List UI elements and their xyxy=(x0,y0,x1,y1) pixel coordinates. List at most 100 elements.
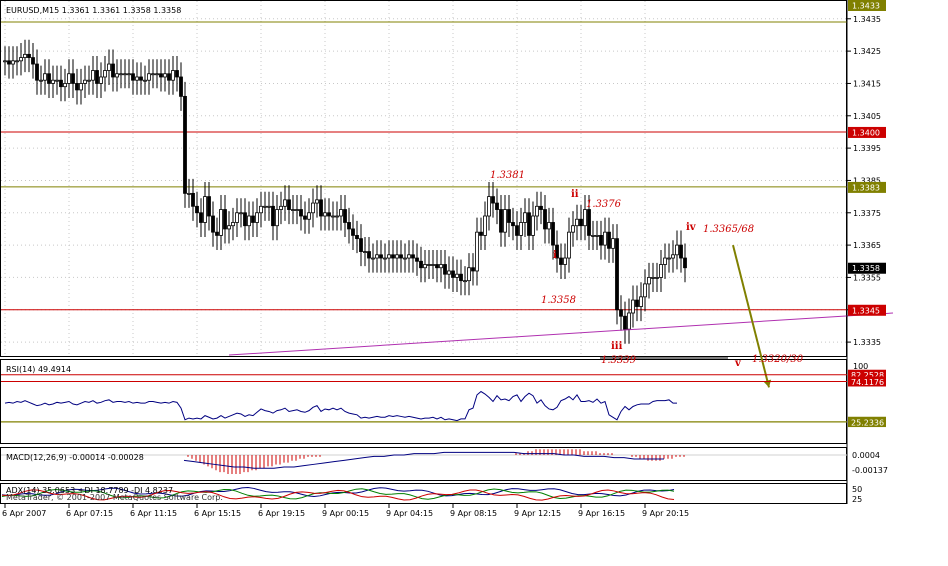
candle-body xyxy=(327,212,331,217)
candle-body xyxy=(187,192,191,195)
candle-body xyxy=(175,70,179,78)
candle-body xyxy=(83,79,87,84)
time-label: 9 Apr 00:15 xyxy=(322,509,369,518)
candle-body xyxy=(95,70,99,84)
candle-body xyxy=(51,79,55,84)
time-label: 9 Apr 16:15 xyxy=(578,509,625,518)
candle-body xyxy=(311,202,315,214)
rsi-panel: RSI(14) 49.491410082.252874.117625.58822… xyxy=(1,362,886,428)
candle-body xyxy=(539,205,543,210)
candle-body xyxy=(575,218,579,227)
candle-body xyxy=(407,254,411,259)
candle-body xyxy=(263,205,267,208)
candle-body xyxy=(627,312,631,330)
macd-title: MACD(12,26,9) -0.00014 -0.00028 xyxy=(6,453,144,462)
candle-body xyxy=(183,95,187,194)
macd-tick: -0.00137 xyxy=(852,466,888,475)
candle-body xyxy=(479,231,483,236)
candle-body xyxy=(331,215,335,218)
axis-marker-label: 1.3358 xyxy=(852,264,880,273)
candle-body xyxy=(35,63,39,81)
candle-body xyxy=(307,212,311,220)
time-label: 6 Apr 2007 xyxy=(2,509,46,518)
candle-body xyxy=(91,70,95,81)
candle-body xyxy=(387,254,391,259)
candle-body xyxy=(587,209,591,236)
candle-body xyxy=(131,73,135,81)
candle-body xyxy=(75,83,79,91)
candle-body xyxy=(567,231,571,259)
candle-body xyxy=(107,63,111,71)
wave-value-iv: 1.3365/68 xyxy=(703,224,754,235)
candle-body xyxy=(651,277,655,279)
candle-body xyxy=(195,205,199,214)
candle-body xyxy=(471,267,475,272)
candle-body xyxy=(335,215,339,218)
candle-body xyxy=(147,73,151,81)
time-label: 6 Apr 15:15 xyxy=(194,509,241,518)
candle-body xyxy=(3,60,7,63)
candle-body xyxy=(299,209,303,217)
axis-marker-label: 1.3433 xyxy=(852,2,880,11)
chart-header: EURUSD,M15 1.3361 1.3361 1.3358 1.3358 xyxy=(6,6,181,15)
axis-tick-label: 1.3405 xyxy=(853,112,881,121)
candle-body xyxy=(351,228,355,236)
candle-body xyxy=(467,267,471,282)
candle-body xyxy=(623,315,627,330)
candle-body xyxy=(459,273,463,282)
candle-body xyxy=(379,254,383,259)
candle-body xyxy=(39,79,43,82)
rsi-level-label: 74.1176 xyxy=(851,378,884,387)
candle-body xyxy=(343,209,347,223)
candle-body xyxy=(251,215,255,223)
rsi-axis-top: 100 xyxy=(853,362,868,371)
candle-body xyxy=(635,299,639,307)
time-axis: 6 Apr 2007 6 Apr 07:15 6 Apr 11:15 6 Apr 15… xyxy=(2,504,689,518)
time-label: 9 Apr 12:15 xyxy=(514,509,561,518)
candle-body xyxy=(71,73,75,84)
candle-body xyxy=(319,199,323,217)
wave-value-peak: 1.3381 xyxy=(490,170,525,181)
candle-body xyxy=(499,209,503,233)
candle-body xyxy=(615,238,619,311)
candle-body xyxy=(599,235,603,246)
candle-body xyxy=(443,264,447,275)
candle-body xyxy=(43,73,47,81)
candle-body xyxy=(523,212,527,223)
candle-body xyxy=(375,254,379,259)
time-label: 6 Apr 19:15 xyxy=(258,509,305,518)
candle-body xyxy=(243,212,247,227)
candle-body xyxy=(355,235,359,240)
main-panel-frame xyxy=(0,0,847,357)
candle-body xyxy=(211,215,215,233)
candle-body xyxy=(199,212,203,223)
candle-body xyxy=(283,199,287,207)
candle-body xyxy=(7,60,11,65)
axis-tick-label: 1.3435 xyxy=(853,15,881,24)
candle-body xyxy=(455,273,459,278)
candle-body xyxy=(143,79,147,82)
candle-body xyxy=(619,309,623,317)
wave-value-ii: 1.3376 xyxy=(586,199,622,210)
candle-body xyxy=(79,83,83,91)
candle-body xyxy=(279,205,283,210)
candle-body xyxy=(139,76,143,81)
wave-label-i: i xyxy=(553,250,557,261)
candle-body xyxy=(239,212,243,215)
candle-body xyxy=(11,60,15,65)
candle-body xyxy=(403,257,407,260)
panel-frames xyxy=(0,0,847,504)
candle-body xyxy=(15,60,19,63)
candle-body xyxy=(399,254,403,259)
candle-body xyxy=(135,76,139,81)
candle-body xyxy=(611,238,615,249)
macd-tick: 0.0004 xyxy=(852,451,880,460)
candle-body xyxy=(247,215,251,227)
candle-body xyxy=(547,222,551,230)
candle-body xyxy=(435,264,439,269)
candle-body xyxy=(359,238,363,252)
candle-body xyxy=(371,257,375,260)
wave-label-ii: ii xyxy=(571,189,579,200)
candle-body xyxy=(579,218,583,227)
candle-body xyxy=(275,209,279,227)
